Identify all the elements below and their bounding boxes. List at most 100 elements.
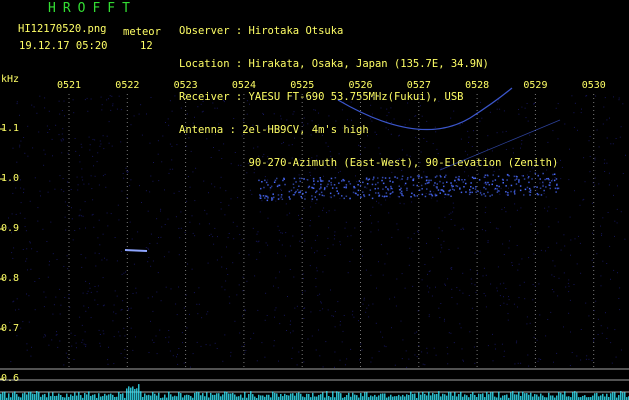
noise-dot [615,138,617,139]
echo-dot [455,176,457,179]
echo-dot [463,186,465,188]
noise-dot [514,203,516,205]
noise-dot [221,256,223,258]
noise-dot [598,146,600,148]
noise-dot [27,269,28,271]
noise-dot [533,336,535,338]
noise-dot [112,103,114,105]
noise-dot [283,141,284,143]
echo-dot [523,178,526,180]
noise-dot [266,161,268,163]
noise-dot [487,148,489,150]
noise-dot [362,255,363,257]
noise-dot [380,204,382,206]
noise-dot [79,214,81,216]
spectrum-bar [528,394,530,400]
noise-dot [609,117,610,119]
noise-dot [367,135,368,137]
noise-dot [8,227,10,229]
noise-dot [618,97,620,99]
noise-dot [421,279,423,281]
noise-dot [505,149,507,150]
spectrum-bar [598,396,600,400]
noise-dot [299,219,301,220]
echo-dot [293,177,296,180]
noise-dot [177,363,179,365]
spectrum-bar [136,388,138,400]
noise-dot [521,258,523,260]
noise-dot [292,347,294,349]
noise-dot [285,232,287,234]
noise-dot [309,265,311,267]
noise-dot [536,339,538,341]
noise-dot [489,222,491,223]
noise-dot [518,113,520,115]
noise-dot [201,111,203,113]
spectrum-bar [466,395,468,400]
noise-dot [48,264,50,266]
noise-dot [98,184,100,186]
noise-dot [365,269,367,271]
spectrum-bar [140,391,142,400]
echo-dot [556,184,558,186]
noise-dot [324,255,326,256]
noise-dot [178,254,180,256]
echo-dot [289,198,291,200]
noise-dot [98,329,100,331]
noise-dot [620,126,622,128]
noise-dot [186,327,188,329]
spectrum-bar [232,392,234,400]
noise-dot [569,148,570,150]
echo-dot [479,192,482,194]
noise-dot [353,188,355,190]
echo-dot [483,176,486,178]
spectrum-bar [572,391,574,400]
noise-dot [363,297,365,299]
noise-dot [396,223,398,225]
noise-dot [579,204,581,206]
noise-dot [194,200,196,202]
noise-dot [426,242,427,244]
spectrum-bar [450,392,452,400]
noise-dot [616,222,618,224]
noise-dot [83,343,85,345]
noise-dot [604,97,606,99]
noise-dot [92,199,94,201]
noise-dot [520,362,522,364]
noise-dot [227,274,229,275]
echo-dot [446,193,448,196]
noise-dot [223,100,225,101]
noise-dot [253,332,255,334]
noise-dot [172,355,174,357]
noise-dot [120,141,122,143]
spectrum-bar [622,392,624,400]
noise-dot [12,329,14,331]
noise-dot [537,173,539,175]
noise-dot [224,334,226,336]
spectrum-bar [190,396,192,400]
noise-dot [85,310,87,312]
noise-dot [19,179,21,181]
noise-dot [316,270,318,272]
noise-dot [205,344,207,346]
noise-dot [327,237,329,239]
echo-dot [484,195,487,197]
noise-dot [402,339,404,341]
noise-dot [552,260,554,262]
noise-dot [37,220,39,222]
noise-dot [417,231,419,233]
noise-dot [412,250,414,252]
echo-dot [290,189,293,192]
noise-dot [44,107,46,109]
noise-dot [208,223,210,225]
noise-dot [204,209,206,211]
noise-dot [257,309,259,311]
noise-dot [487,135,489,137]
noise-dot [596,253,598,255]
echo-dot [534,172,537,175]
spectrum-bar [502,395,504,400]
noise-dot [594,184,596,186]
noise-dot [499,295,501,297]
noise-dot [526,103,528,104]
spectrum-bar [30,391,32,400]
